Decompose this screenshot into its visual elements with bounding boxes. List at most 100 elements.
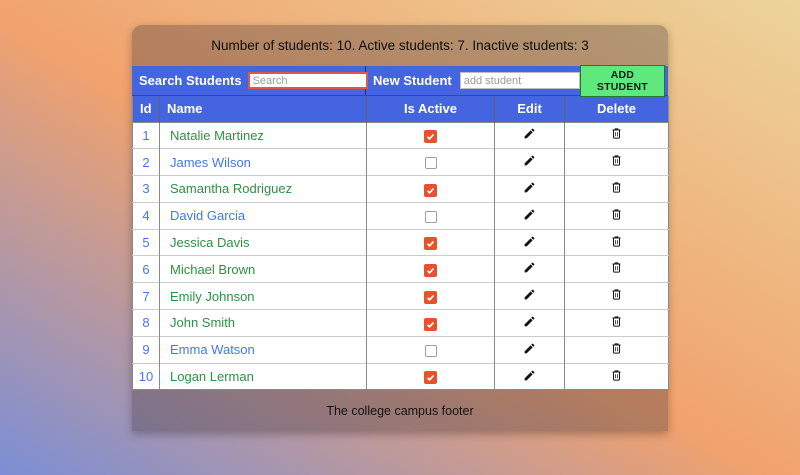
column-header-delete: Delete xyxy=(564,96,669,122)
active-checkbox[interactable] xyxy=(424,344,437,357)
student-id: 7 xyxy=(132,282,160,310)
edit-button[interactable] xyxy=(523,369,536,382)
pencil-icon xyxy=(524,262,535,273)
edit-button[interactable] xyxy=(523,261,536,274)
active-checkbox[interactable] xyxy=(424,237,437,251)
student-id: 2 xyxy=(132,148,160,176)
active-checkbox[interactable] xyxy=(424,317,437,331)
trash-icon xyxy=(612,182,621,193)
delete-button[interactable] xyxy=(610,181,623,194)
search-input[interactable] xyxy=(247,72,368,89)
students-summary-text: Number of students: 10. Active students:… xyxy=(211,38,589,53)
table-row: 3 Samantha Rodriguez xyxy=(132,175,669,203)
student-id: 1 xyxy=(132,121,160,149)
edit-button[interactable] xyxy=(523,315,536,328)
edit-button[interactable] xyxy=(523,181,536,194)
student-id: 4 xyxy=(132,201,160,230)
edit-button[interactable] xyxy=(523,235,536,248)
search-students-label: Search Students xyxy=(139,73,242,88)
student-app-window: Number of students: 10. Active students:… xyxy=(132,25,669,432)
table-row: 6 Michael Brown xyxy=(132,255,669,283)
pencil-icon xyxy=(524,343,535,354)
delete-button[interactable] xyxy=(610,127,623,140)
edit-cell xyxy=(494,148,565,176)
student-name: John Smith xyxy=(159,309,367,337)
delete-button[interactable] xyxy=(610,342,623,355)
student-id: 8 xyxy=(132,309,160,337)
active-checkbox[interactable] xyxy=(424,371,437,385)
checkmark-icon xyxy=(426,294,435,301)
student-name: Logan Lerman xyxy=(159,362,367,390)
trash-icon xyxy=(612,235,621,247)
edit-cell xyxy=(494,201,565,230)
is-active-cell xyxy=(366,148,495,176)
is-active-cell xyxy=(366,362,495,390)
active-checkbox[interactable] xyxy=(424,129,437,143)
edit-button[interactable] xyxy=(523,342,536,355)
delete-cell xyxy=(564,201,669,230)
delete-button[interactable] xyxy=(610,208,623,221)
trash-icon xyxy=(612,128,621,139)
edit-cell xyxy=(494,255,565,283)
student-id: 6 xyxy=(132,255,160,283)
pencil-icon xyxy=(524,289,535,300)
pencil-icon xyxy=(524,155,535,166)
edit-button[interactable] xyxy=(523,154,536,167)
new-student-input[interactable] xyxy=(459,72,580,89)
pencil-icon xyxy=(524,316,535,327)
new-student-label: New Student xyxy=(373,73,452,88)
delete-button[interactable] xyxy=(610,369,623,382)
active-checkbox[interactable] xyxy=(424,210,437,223)
delete-button[interactable] xyxy=(610,288,623,301)
delete-button[interactable] xyxy=(610,315,623,328)
edit-button[interactable] xyxy=(523,288,536,301)
new-student-section: New Student ADD STUDENT xyxy=(366,64,668,97)
edit-button[interactable] xyxy=(523,208,536,221)
table-row: 7 Emily Johnson xyxy=(132,282,669,310)
active-checkbox[interactable] xyxy=(424,183,437,197)
is-active-cell xyxy=(366,255,495,283)
edit-cell xyxy=(494,362,565,390)
trash-icon xyxy=(612,262,621,273)
table-row: 9 Emma Watson xyxy=(132,335,669,364)
active-checkbox[interactable] xyxy=(424,157,437,170)
active-checkbox[interactable] xyxy=(424,290,437,304)
checkmark-icon xyxy=(426,133,435,140)
toolbar: Search Students New Student ADD STUDENT xyxy=(132,64,668,97)
student-id: 10 xyxy=(132,362,160,390)
edit-cell xyxy=(494,228,565,256)
column-header-name: Name xyxy=(159,96,367,122)
student-name: David Garcia xyxy=(159,201,367,230)
delete-cell xyxy=(564,309,669,337)
checkmark-icon xyxy=(426,375,435,382)
table-row: 2 James Wilson xyxy=(132,148,669,176)
column-header-edit: Edit xyxy=(494,96,565,122)
trash-icon xyxy=(612,155,621,166)
edit-button[interactable] xyxy=(523,127,536,140)
is-active-cell xyxy=(366,175,495,203)
checkmark-icon xyxy=(426,187,435,194)
add-student-button[interactable]: ADD STUDENT xyxy=(579,64,665,97)
trash-icon xyxy=(612,209,621,220)
student-name: James Wilson xyxy=(159,148,367,176)
is-active-cell xyxy=(366,282,495,310)
student-name: Emily Johnson xyxy=(159,282,367,310)
checkmark-icon xyxy=(426,321,435,328)
pencil-icon xyxy=(524,182,535,193)
column-header-id: Id xyxy=(132,96,160,122)
table-row: 1 Natalie Martinez xyxy=(132,121,669,149)
student-id: 5 xyxy=(132,228,160,256)
delete-button[interactable] xyxy=(610,261,623,274)
checkmark-icon xyxy=(426,267,435,274)
checkmark-icon xyxy=(426,241,435,248)
table-header: Id Name Is Active Edit Delete xyxy=(132,96,669,122)
delete-button[interactable] xyxy=(610,235,623,248)
is-active-cell xyxy=(366,335,495,364)
student-id: 9 xyxy=(132,335,160,364)
student-name: Natalie Martinez xyxy=(159,121,367,149)
active-checkbox[interactable] xyxy=(424,263,437,277)
student-name: Emma Watson xyxy=(159,335,367,364)
student-id: 3 xyxy=(132,175,160,203)
delete-button[interactable] xyxy=(610,154,623,167)
edit-cell xyxy=(494,121,565,149)
